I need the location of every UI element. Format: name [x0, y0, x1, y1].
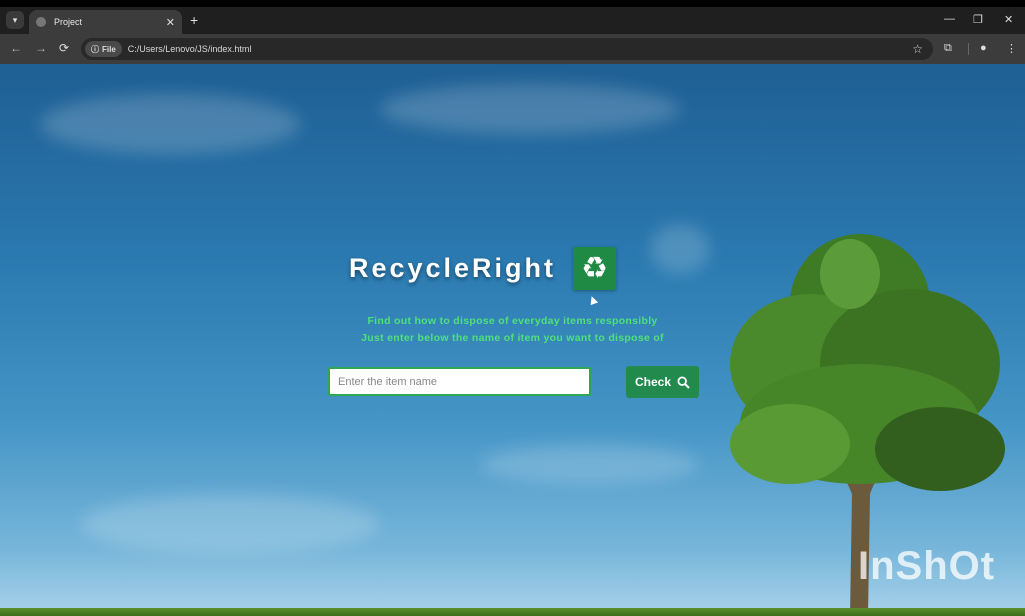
restore-button[interactable]: ❐ [973, 13, 983, 26]
tab-title: Project [54, 17, 83, 27]
cloud [380, 84, 680, 134]
globe-icon [36, 17, 46, 27]
site-info-chip[interactable]: ⓘ File [85, 41, 122, 57]
tab-close-icon[interactable]: ✕ [166, 16, 175, 29]
url-text: C:/Users/Lenovo/JS/index.html [127, 44, 252, 54]
tagline-line-2: Just enter below the name of item you wa… [361, 332, 664, 344]
minimize-button[interactable]: — [944, 13, 955, 25]
mouse-cursor [587, 294, 599, 306]
profile-icon[interactable]: ● [980, 42, 987, 54]
bookmark-star-icon[interactable]: ☆ [912, 42, 923, 56]
check-button-label: Check [634, 375, 672, 389]
address-bar[interactable]: ⓘ File C:/Users/Lenovo/JS/index.html ☆ [81, 38, 933, 60]
extensions-icon[interactable]: ⧉ [944, 42, 952, 55]
brand-header: RecycleRight ♻ [0, 247, 1025, 290]
file-chip-label: File [102, 44, 116, 54]
item-name-input[interactable] [328, 367, 591, 396]
back-button[interactable]: ← [10, 41, 22, 55]
forward-button[interactable]: → [35, 41, 47, 55]
cloud [40, 94, 300, 154]
browser-toolbar: ← → ⟳ ⓘ File C:/Users/Lenovo/JS/index.ht… [0, 34, 1025, 64]
recycle-icon: ♻ [573, 247, 617, 290]
close-window-button[interactable]: ✕ [1004, 13, 1013, 26]
check-button[interactable]: Check [626, 366, 699, 398]
page-title: RecycleRight [348, 253, 557, 283]
cloud [80, 494, 380, 554]
watermark-text: InShOt [858, 544, 996, 588]
cloud [480, 444, 700, 484]
page-viewport: RecycleRight ♻ Find out how to dispose o… [0, 64, 1025, 616]
grass-strip [0, 608, 1025, 616]
tagline-line-1: Find out how to dispose of everyday item… [367, 315, 658, 327]
more-menu-icon[interactable]: ⋮ [1006, 42, 1017, 55]
tab-project[interactable]: Project ✕ [29, 10, 182, 34]
toolbar-divider [968, 43, 969, 55]
info-icon: ⓘ [91, 44, 99, 54]
window-top-edge [0, 0, 1025, 7]
tab-strip: ▾ Project ✕ + — ❐ ✕ [0, 7, 1025, 34]
tab-search-icon[interactable]: ▾ [6, 11, 24, 29]
new-tab-button[interactable]: + [190, 12, 198, 28]
search-icon [677, 375, 690, 389]
reload-button[interactable]: ⟳ [59, 41, 69, 55]
